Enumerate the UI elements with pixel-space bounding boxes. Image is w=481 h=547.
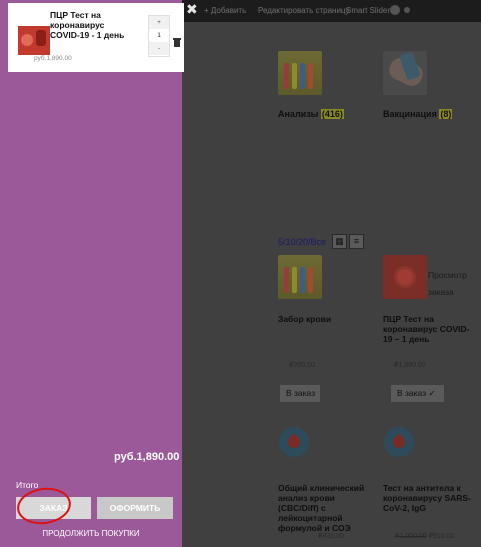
blood-drop-icon[interactable] [384,427,414,457]
cart-item-image[interactable] [18,26,50,55]
product-price: ₽910.00 [428,533,455,540]
category-name: Вакцинация [383,109,437,119]
product-image[interactable] [383,255,427,299]
product-title[interactable]: ПЦР Тест на коронавирус COVID-19 – 1 ден… [383,314,478,344]
list-icon[interactable]: ≡ [349,234,364,249]
decrement-button[interactable]: - [149,42,169,55]
add-to-order-button[interactable]: В заказ [280,385,320,402]
category-count: (8) [439,109,453,119]
trash-icon[interactable] [173,38,181,47]
cart-item-name[interactable]: ПЦР Тест на коронавирус COVID-19 - 1 ден… [50,10,132,40]
product-image[interactable] [278,255,322,299]
product-title[interactable]: Забор крови [278,314,368,324]
cart-drawer: ПЦР Тест на коронавирус COVID-19 - 1 ден… [0,0,184,547]
category-analyses[interactable]: Анализы (416) [278,109,344,119]
admin-toolbar: ✖ + Добавить Редактировать страницу Smar… [180,0,481,22]
total-value: руб.1,890.00 [114,451,180,463]
edit-page-link[interactable]: Редактировать страницу [258,6,350,15]
increment-button[interactable]: + [149,16,169,29]
add-link[interactable]: + Добавить [204,6,246,15]
grid-icon[interactable]: ▦ [332,234,347,249]
smart-slider-link[interactable]: Smart Slider [346,6,390,15]
checkout-button[interactable]: ОФОРМИТЬ [97,497,173,519]
category-count: (416) [320,109,344,119]
category-analyses-image[interactable] [278,51,322,95]
category-vaccination[interactable]: Вакцинация (8) [383,109,453,119]
quantity-value[interactable]: 1 [149,29,169,42]
profile-icon[interactable] [390,5,400,15]
blood-drop-icon[interactable] [279,427,309,457]
cart-item: ПЦР Тест на коронавирус COVID-19 - 1 ден… [8,3,184,72]
cart-item-price: руб.1,890.00 [34,55,72,62]
product-title[interactable]: Тест на антитела к коронавирусу SARS-CoV… [383,483,478,513]
product-title[interactable]: Общий клинический анализ крови (CBC/Diff… [278,483,373,533]
dot-icon [404,7,410,13]
annotation-circle [14,484,74,528]
view-order-link[interactable]: Просмотр заказа [428,267,468,301]
product-price-group: ₽1,000.00 ₽910.00 [395,532,455,540]
old-price: ₽1,000.00 [395,533,427,540]
continue-shopping-link[interactable]: ПРОДОЛЖИТЬ ПОКУПКИ [0,529,182,538]
category-name: Анализы [278,109,319,119]
close-icon[interactable]: ✖ [186,2,198,18]
product-price: ₽435.00 [318,533,344,540]
category-vaccination-image[interactable] [383,51,427,95]
quantity-stepper[interactable]: + 1 - [148,15,170,57]
added-to-order-button[interactable]: В заказ ✓ [391,385,444,402]
per-page-options[interactable]: 5/10/20/Все [278,237,326,247]
product-price: ₽1,890.00 [394,362,426,369]
product-price: ₽200.00 [289,362,315,369]
